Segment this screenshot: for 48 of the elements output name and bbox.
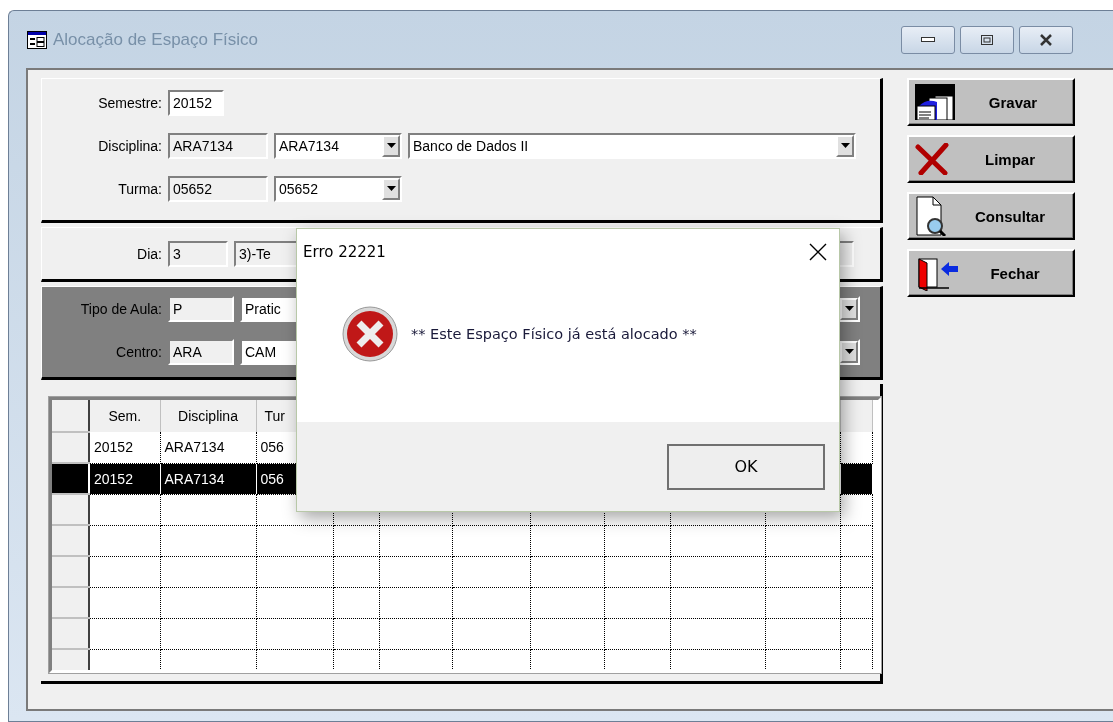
field-label: Disciplina:: [97, 137, 162, 154]
text-field[interactable]: 3: [168, 240, 228, 267]
dialog-title: Erro 22221: [303, 243, 386, 261]
text-field[interactable]: P: [168, 295, 234, 322]
dropdown-arrow-icon[interactable]: [386, 186, 396, 191]
door-arrow-icon: [915, 255, 959, 291]
table-cell: 20152: [89, 432, 160, 463]
text-field[interactable]: 20152: [168, 89, 224, 116]
text-field[interactable]: 05652: [168, 175, 268, 202]
field-label: Centro:: [115, 343, 162, 360]
text-field[interactable]: ARA7134: [168, 132, 268, 159]
minimize-button[interactable]: [901, 25, 955, 54]
field-label: Turma:: [117, 180, 162, 197]
save-button[interactable]: Gravar: [907, 78, 1075, 126]
maximize-button[interactable]: [960, 25, 1014, 54]
error-icon: [341, 304, 399, 363]
ok-button[interactable]: OK: [667, 443, 825, 490]
dropdown-arrow-icon[interactable]: [840, 143, 850, 148]
maximize-icon: [981, 34, 993, 45]
close-button[interactable]: [1019, 25, 1073, 54]
field-label: Semestre:: [97, 94, 162, 111]
dropdown-arrow-icon[interactable]: [386, 143, 396, 148]
form-icon: [27, 30, 47, 49]
table-cell: ARA7134: [160, 432, 256, 463]
text-field[interactable]: ARA: [168, 338, 234, 365]
folders-icon: [915, 84, 955, 120]
x-mark-icon: [915, 143, 949, 175]
document-magnifier-icon: [915, 196, 949, 236]
field-label: Dia:: [136, 245, 162, 262]
close-icon: [1039, 33, 1053, 46]
close-form-button[interactable]: Fechar: [907, 249, 1075, 297]
dropdown-arrow-icon[interactable]: [844, 349, 854, 354]
table-cell: 20152: [89, 463, 160, 494]
row-header-cell: [52, 400, 89, 432]
clear-button[interactable]: Limpar: [907, 135, 1075, 183]
table-cell: ARA7134: [160, 463, 256, 494]
column-header[interactable]: Sem.: [89, 400, 160, 432]
close-icon[interactable]: [809, 243, 827, 261]
combo-box[interactable]: Banco de Dados II: [408, 132, 856, 159]
column-header[interactable]: Disciplina: [160, 400, 256, 432]
field-label: Tipo de Aula:: [79, 300, 162, 317]
query-button[interactable]: Consultar: [907, 192, 1075, 240]
error-message: ** Este Espaço Físico já está alocado **: [411, 325, 697, 342]
minimize-icon: [921, 37, 935, 42]
combo-box[interactable]: 05652: [274, 175, 402, 202]
dropdown-arrow-icon[interactable]: [844, 306, 854, 311]
combo-box[interactable]: ARA7134: [274, 132, 402, 159]
window-title: Alocação de Espaço Físico: [53, 29, 260, 50]
